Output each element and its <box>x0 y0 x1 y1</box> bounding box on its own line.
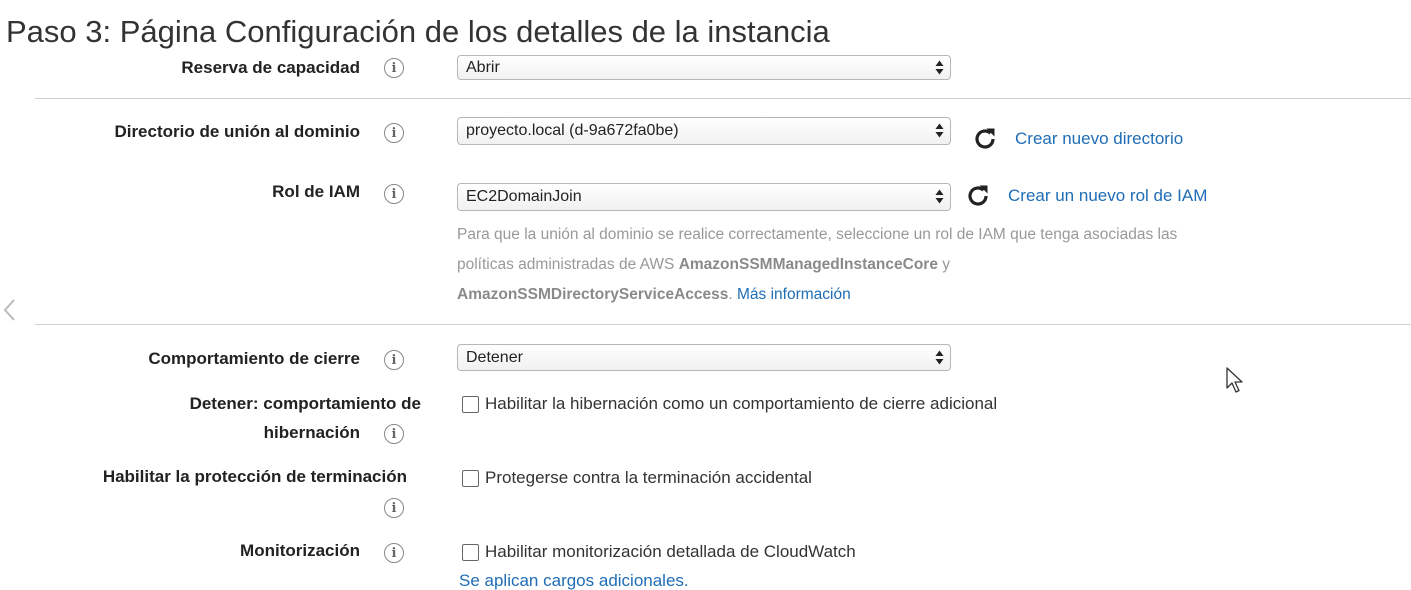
iam-role-value: EC2DomainJoin <box>466 188 582 205</box>
info-icon[interactable]: i <box>384 184 404 204</box>
monitoring-checkbox[interactable] <box>462 544 479 561</box>
monitoring-label: Monitorización <box>240 541 360 560</box>
additional-charges-link[interactable]: Se aplican cargos adicionales. <box>459 571 689 590</box>
select-arrows-icon <box>935 189 944 204</box>
termination-protection-label: Habilitar la protección de terminación <box>102 467 407 486</box>
hibernation-label-line2: hibernación <box>263 423 360 442</box>
capacity-reservation-value: Abrir <box>466 59 500 76</box>
instance-details-page: Paso 3: Página Configuración de los deta… <box>0 0 1411 590</box>
create-directory-link[interactable]: Crear nuevo directorio <box>1015 129 1183 149</box>
iam-role-help-text: Para que la unión al dominio se realice … <box>457 220 1217 310</box>
section-divider <box>35 98 1411 99</box>
policy-ssm-core: AmazonSSMManagedInstanceCore <box>678 256 938 273</box>
hibernation-label-line1: Detener: comportamiento de <box>189 394 421 413</box>
iam-role-select[interactable]: EC2DomainJoin <box>457 183 951 211</box>
info-icon[interactable]: i <box>384 424 404 444</box>
hibernation-checkbox[interactable] <box>462 396 479 413</box>
shutdown-behavior-select[interactable]: Detener <box>457 344 951 371</box>
refresh-icon[interactable] <box>965 183 991 209</box>
select-arrows-icon <box>935 350 944 365</box>
info-icon[interactable]: i <box>384 58 404 78</box>
domain-join-select[interactable]: proyecto.local (d-9a672fa0be) <box>457 117 951 145</box>
domain-join-value: proyecto.local (d-9a672fa0be) <box>466 122 679 139</box>
iam-role-label: Rol de IAM <box>272 182 360 201</box>
termination-protection-checkbox-label[interactable]: Protegerse contra la terminación acciden… <box>485 468 812 488</box>
shutdown-behavior-value: Detener <box>466 349 523 366</box>
info-icon[interactable]: i <box>384 350 404 370</box>
refresh-icon[interactable] <box>972 126 998 152</box>
capacity-reservation-label: Reserva de capacidad <box>181 58 360 77</box>
termination-protection-checkbox[interactable] <box>462 470 479 487</box>
domain-join-label: Directorio de unión al dominio <box>114 122 360 141</box>
monitoring-checkbox-label[interactable]: Habilitar monitorización detallada de Cl… <box>485 542 856 562</box>
section-divider <box>35 324 1411 325</box>
page-title: Paso 3: Página Configuración de los deta… <box>6 14 830 49</box>
info-icon[interactable]: i <box>384 498 404 518</box>
create-iam-role-link[interactable]: Crear un nuevo rol de IAM <box>1008 186 1207 206</box>
capacity-reservation-select[interactable]: Abrir <box>457 55 951 80</box>
policy-ssm-directory: AmazonSSMDirectoryServiceAccess <box>457 286 729 303</box>
mouse-cursor-icon <box>1226 367 1243 393</box>
hibernation-checkbox-label[interactable]: Habilitar la hibernación como un comport… <box>485 394 997 414</box>
help-text-and: y <box>937 256 951 273</box>
info-icon[interactable]: i <box>384 543 404 563</box>
info-icon[interactable]: i <box>384 123 404 143</box>
select-arrows-icon <box>935 123 944 138</box>
shutdown-behavior-label: Comportamiento de cierre <box>148 349 360 368</box>
help-text-dot: . <box>728 286 738 303</box>
chevron-left-icon[interactable] <box>2 296 16 324</box>
more-info-link[interactable]: Más información <box>737 286 851 303</box>
select-arrows-icon <box>935 60 944 75</box>
